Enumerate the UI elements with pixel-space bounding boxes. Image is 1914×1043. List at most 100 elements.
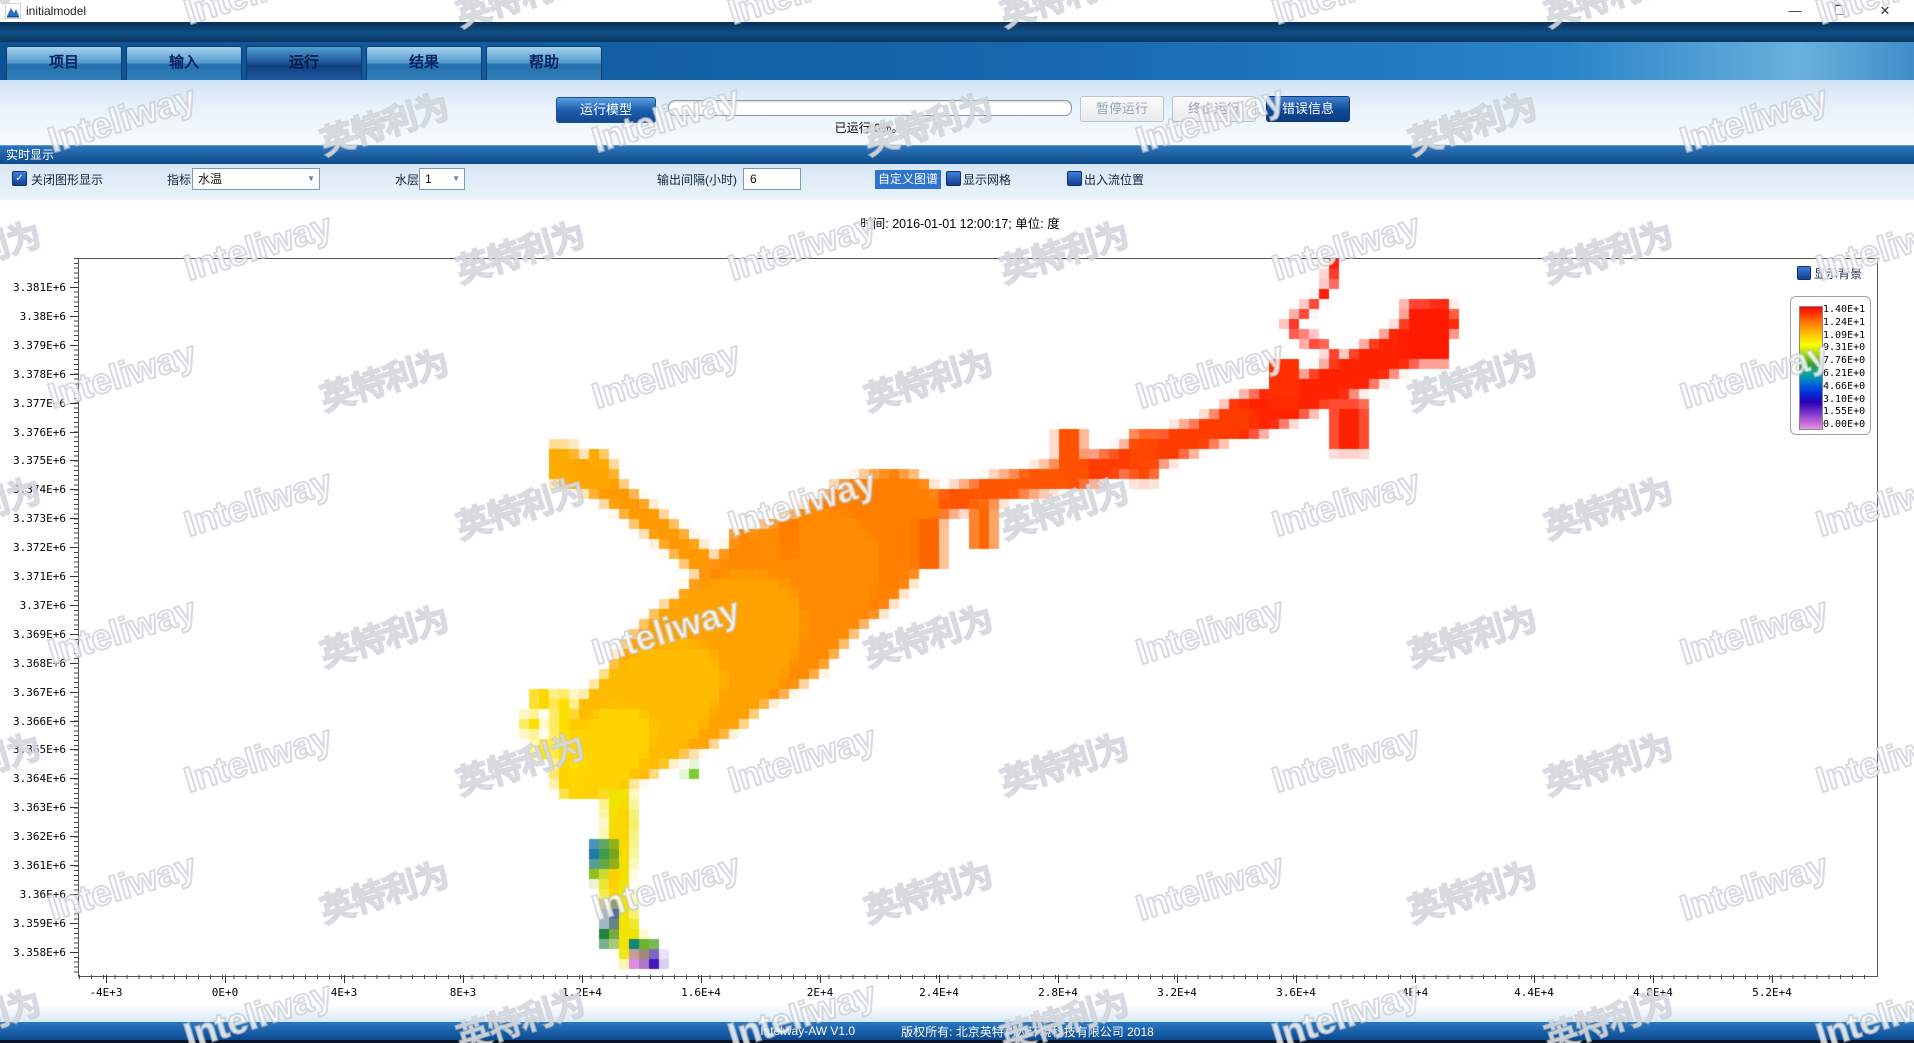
- x-tick: [820, 975, 821, 983]
- minimize-button[interactable]: —: [1780, 2, 1810, 20]
- x-tick-label: 2E+4: [790, 986, 850, 999]
- y-tick: [70, 576, 78, 577]
- error-info-button[interactable]: 错误信息: [1266, 96, 1350, 122]
- pause-run-button[interactable]: 暂停运行: [1080, 96, 1164, 122]
- tab-2[interactable]: 输入: [126, 46, 242, 81]
- y-tick-label: 3.381E+6: [2, 281, 66, 294]
- close-graph-label: 关闭图形显示: [31, 171, 103, 188]
- show-grid-checkbox[interactable]: [946, 171, 961, 186]
- realtime-controls: ✓ 关闭图形显示 指标 水温 ▼ 水层 1 ▼ 输出间隔(小时) 6 自定义图谱…: [0, 164, 1914, 200]
- x-tick: [582, 975, 583, 983]
- legend-value: 7.76E+0: [1823, 355, 1867, 366]
- output-interval-input[interactable]: 6: [743, 168, 801, 190]
- x-tick: [344, 975, 345, 983]
- y-tick-label: 3.376E+6: [2, 426, 66, 439]
- tab-1[interactable]: 项目: [6, 46, 122, 81]
- app-version: Intelway-AW V1.0: [760, 1024, 855, 1038]
- x-tick-label: 3.2E+4: [1147, 986, 1207, 999]
- x-tick-label: 4E+3: [314, 986, 374, 999]
- show-grid-label: 显示网格: [963, 171, 1011, 188]
- y-tick: [70, 894, 78, 895]
- y-tick: [70, 287, 78, 288]
- x-tick-label: 4E+4: [1385, 986, 1445, 999]
- y-tick: [70, 952, 78, 953]
- x-tick: [1772, 975, 1773, 983]
- y-tick-label: 3.368E+6: [2, 657, 66, 670]
- y-tick-label: 3.358E+6: [2, 946, 66, 959]
- y-tick-label: 3.379E+6: [2, 339, 66, 352]
- color-legend: 1.40E+11.24E+11.09E+19.31E+07.76E+06.21E…: [1790, 296, 1871, 435]
- y-tick: [70, 489, 78, 490]
- stop-run-button[interactable]: 终止运行: [1172, 96, 1256, 122]
- progress-text: 已运行 0%。: [668, 119, 1070, 136]
- indicator-select[interactable]: 水温 ▼: [192, 168, 320, 190]
- y-tick: [70, 432, 78, 433]
- chart-area: 时间: 2016-01-01 12:00:17; 单位: 度 3.381E+63…: [0, 200, 1914, 1022]
- temperature-heatmap: [79, 259, 1877, 976]
- y-tick: [70, 634, 78, 635]
- y-tick: [70, 865, 78, 866]
- x-tick: [939, 975, 940, 983]
- layer-value: 1: [425, 172, 432, 186]
- copyright: 版权所有: 北京英特利为环境科技有限公司 2018: [901, 1023, 1154, 1040]
- y-tick: [70, 778, 78, 779]
- x-tick-label: 4.4E+4: [1504, 986, 1564, 999]
- realtime-display-header: 实时显示: [0, 145, 1914, 164]
- inout-flow-label: 出入流位置: [1084, 171, 1144, 188]
- legend-value: 1.40E+1: [1823, 304, 1867, 315]
- y-tick-label: 3.377E+6: [2, 397, 66, 410]
- custom-spectrum-button[interactable]: 自定义图谱: [875, 170, 941, 189]
- restore-button[interactable]: ❐: [1825, 2, 1855, 20]
- y-tick-label: 3.38E+6: [2, 310, 66, 323]
- tab-4[interactable]: 结果: [366, 46, 482, 81]
- layer-select[interactable]: 1 ▼: [419, 168, 465, 190]
- y-tick-label: 3.373E+6: [2, 512, 66, 525]
- x-axis-minor-ticks: [79, 975, 1876, 979]
- x-tick-label: 2.8E+4: [1028, 986, 1088, 999]
- y-axis-minor-ticks: [74, 258, 78, 975]
- y-tick-label: 3.365E+6: [2, 743, 66, 756]
- x-tick-label: 1.2E+4: [552, 986, 612, 999]
- window-title: initialmodel: [26, 4, 86, 18]
- legend-gradient-bar: [1799, 306, 1823, 430]
- top-accent-bar: [0, 22, 1914, 42]
- y-tick-label: 3.372E+6: [2, 541, 66, 554]
- x-tick-label: 4.8E+4: [1623, 986, 1683, 999]
- x-tick: [1177, 975, 1178, 983]
- legend-value: 3.10E+0: [1823, 394, 1867, 405]
- y-tick-label: 3.362E+6: [2, 830, 66, 843]
- close-graph-checkbox[interactable]: ✓: [12, 171, 27, 186]
- y-tick: [70, 692, 78, 693]
- y-tick: [70, 749, 78, 750]
- close-button[interactable]: ✕: [1870, 2, 1900, 20]
- x-tick-label: 8E+3: [433, 986, 493, 999]
- y-tick: [70, 345, 78, 346]
- y-tick: [70, 605, 78, 606]
- footer-gradient-band: [0, 1004, 1914, 1022]
- y-tick: [70, 721, 78, 722]
- legend-value: 9.31E+0: [1823, 342, 1867, 353]
- x-tick-label: 2.4E+4: [909, 986, 969, 999]
- x-tick-label: 5.2E+4: [1742, 986, 1802, 999]
- run-model-button[interactable]: 运行模型: [556, 97, 656, 123]
- x-tick-label: 1.6E+4: [671, 986, 731, 999]
- show-background-checkbox[interactable]: [1797, 266, 1811, 280]
- y-tick: [70, 518, 78, 519]
- tab-5[interactable]: 帮助: [486, 46, 602, 81]
- x-tick: [1415, 975, 1416, 983]
- x-tick: [1653, 975, 1654, 983]
- y-tick: [70, 923, 78, 924]
- y-tick: [70, 316, 78, 317]
- chevron-down-icon: ▼: [307, 169, 315, 189]
- y-tick-label: 3.375E+6: [2, 454, 66, 467]
- y-tick: [70, 460, 78, 461]
- x-tick-label: -4E+3: [76, 986, 136, 999]
- x-tick: [1296, 975, 1297, 983]
- legend-value: 6.21E+0: [1823, 368, 1867, 379]
- tab-3[interactable]: 运行: [246, 46, 362, 81]
- x-tick-label: 0E+0: [195, 986, 255, 999]
- application-window: initialmodel — ❐ ✕ 项目输入运行结果帮助 环评/预警 运行模型…: [0, 0, 1914, 1043]
- legend-value: 1.09E+1: [1823, 330, 1867, 341]
- title-bar: initialmodel — ❐ ✕: [0, 0, 1914, 22]
- inout-flow-checkbox[interactable]: [1067, 171, 1082, 186]
